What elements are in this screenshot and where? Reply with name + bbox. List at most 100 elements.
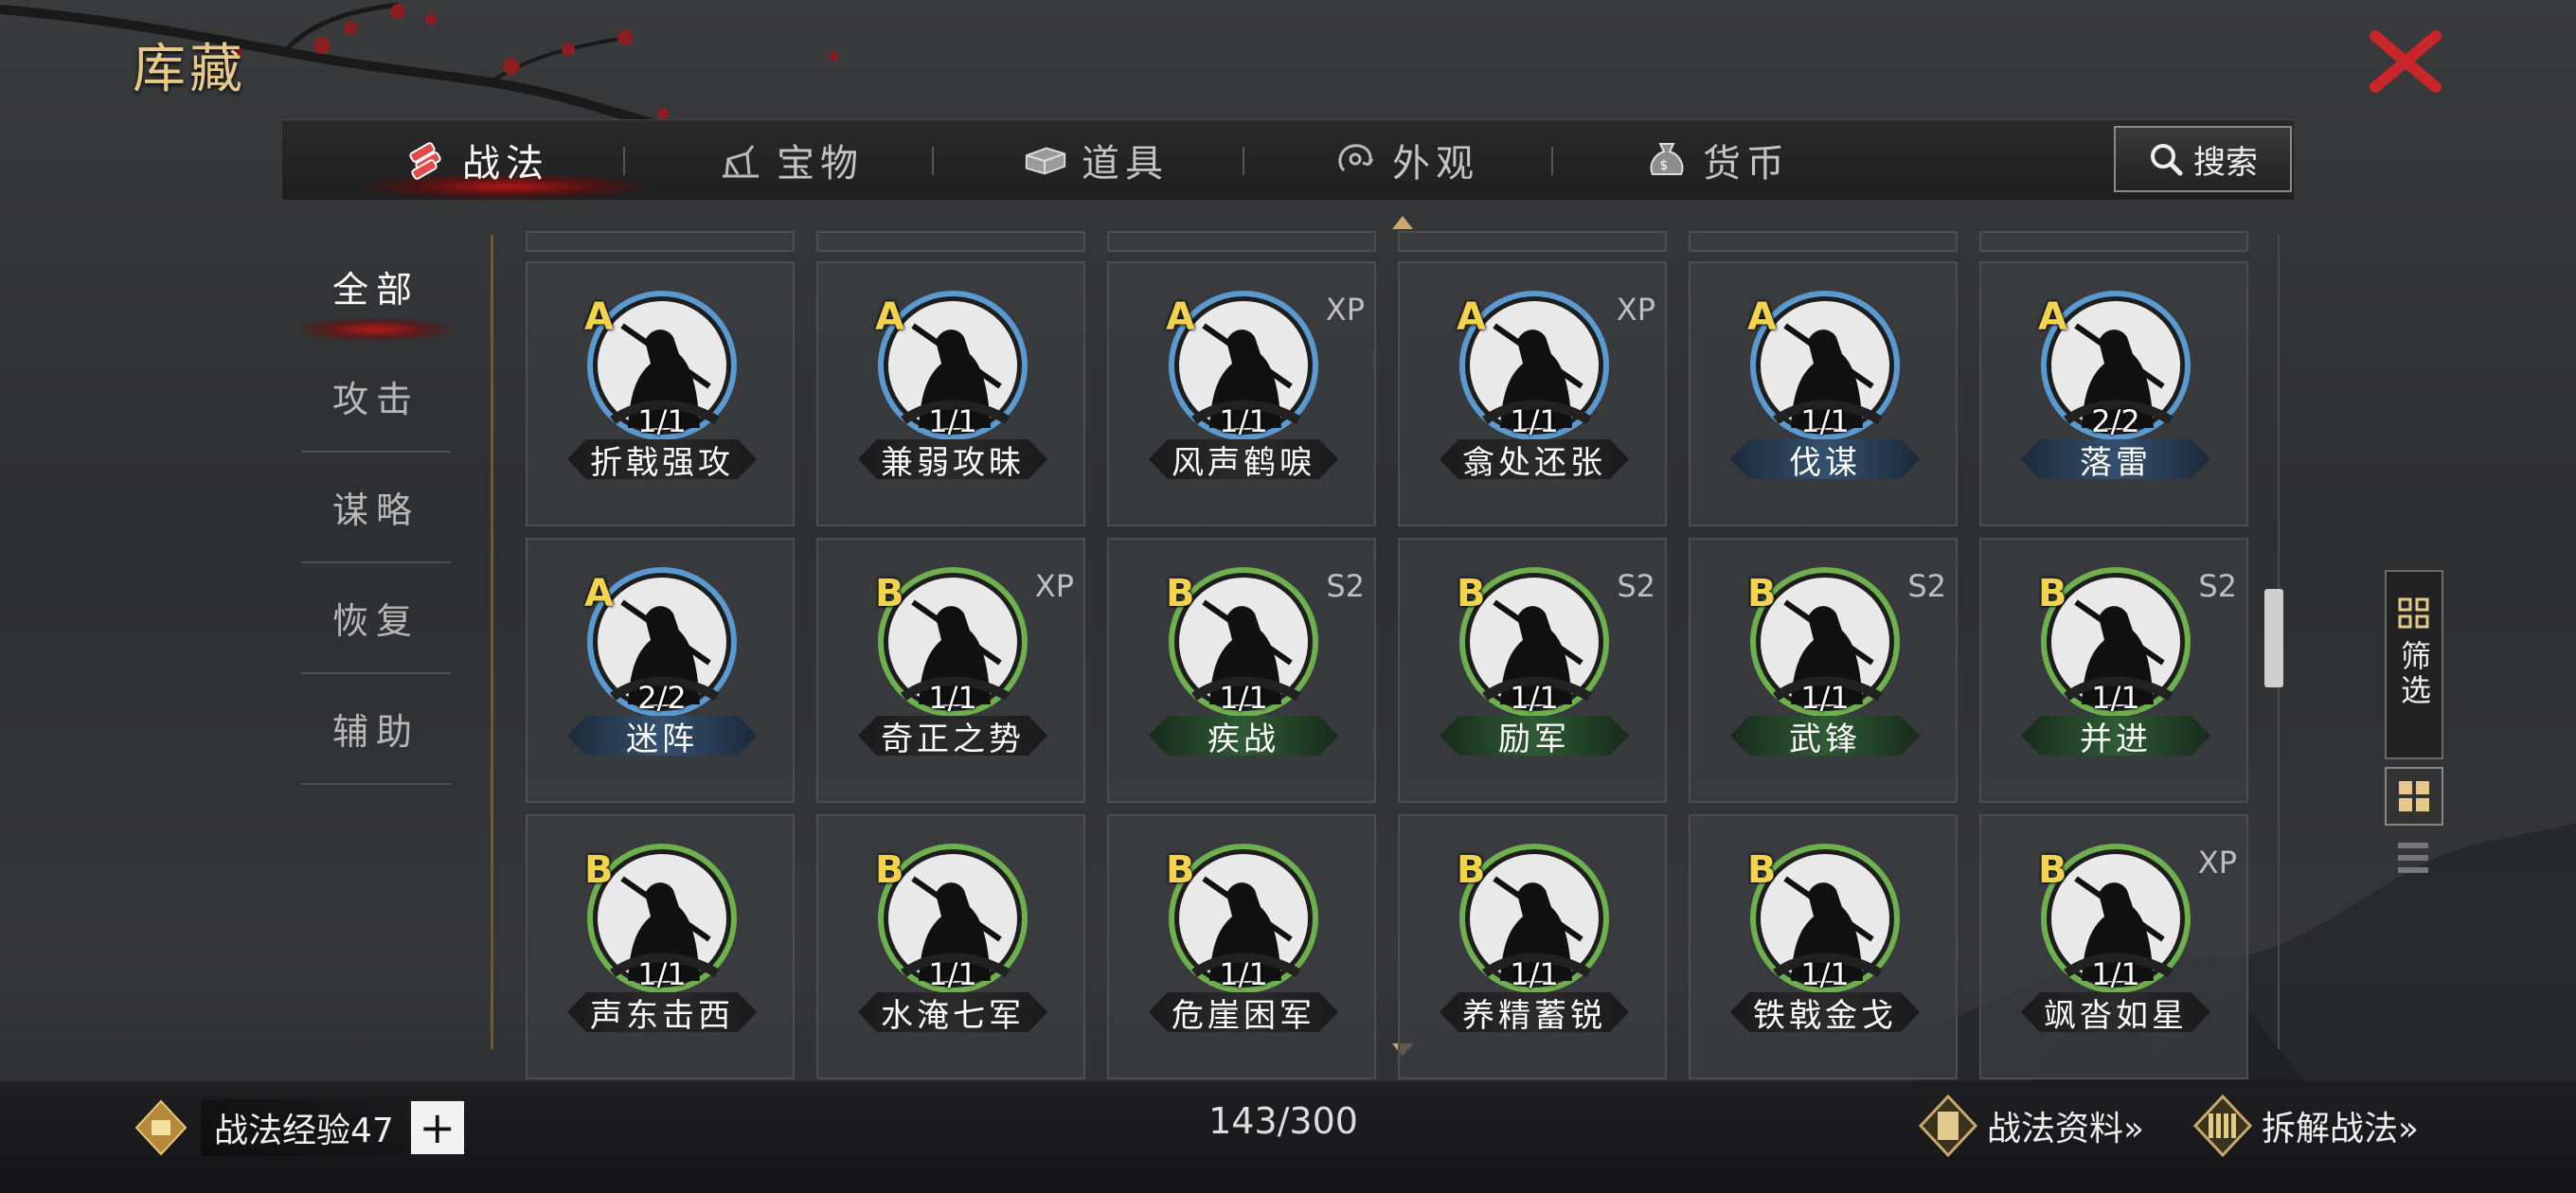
grid-view-toggle[interactable] — [2385, 767, 2443, 826]
tab-divider — [932, 147, 934, 175]
skill-card[interactable]: B XP 1/1 奇正之势 — [816, 538, 1085, 803]
skill-card[interactable]: B 1/1 铁戟金戈 — [1689, 814, 1958, 1079]
skill-name: 落雷 — [2021, 439, 2210, 479]
dismantle-label: 拆解战法» — [2262, 1110, 2420, 1148]
item-chest-icon — [1023, 137, 1068, 183]
skill-season-tag: XP — [1616, 292, 1655, 328]
category-strategy[interactable]: 谋略 — [301, 452, 451, 561]
skill-grade: B — [875, 848, 904, 892]
skill-exp-label: 战法经验47 — [201, 1099, 407, 1156]
tab-treasure[interactable]: 宝物 — [718, 120, 864, 200]
skill-card[interactable]: A XP 1/1 风声鹤唳 — [1107, 261, 1376, 526]
skill-count: 1/1 — [1800, 956, 1850, 992]
skill-card[interactable]: A 1/1 折戟强攻 — [526, 261, 795, 526]
skill-grade: B — [584, 848, 614, 892]
skill-count: 2/2 — [2091, 403, 2140, 439]
search-icon — [2151, 144, 2183, 176]
skill-capacity: 143/300 — [1208, 1100, 1358, 1142]
list-view-icon[interactable] — [2390, 837, 2436, 879]
skill-name: 励军 — [1440, 716, 1629, 756]
search-button[interactable]: 搜索 — [2114, 126, 2292, 192]
skill-name: 兼弱攻昧 — [858, 439, 1047, 479]
skill-name: 翕处还张 — [1440, 439, 1629, 479]
skill-grade: B — [1166, 848, 1195, 892]
add-exp-button[interactable]: + — [410, 1101, 464, 1154]
scroll-up-arrow-icon — [1392, 216, 1413, 229]
skill-card[interactable]: B 1/1 危崖困军 — [1107, 814, 1376, 1079]
skill-name: 疾战 — [1149, 716, 1338, 756]
skill-card[interactable]: A XP 1/1 翕处还张 — [1398, 261, 1667, 526]
skill-count: 1/1 — [2091, 680, 2140, 716]
skill-name: 折戟强攻 — [567, 439, 757, 479]
skill-name: 迷阵 — [567, 716, 757, 756]
skill-grade: B — [875, 572, 904, 615]
skill-season-tag: XP — [1325, 292, 1365, 328]
skill-card-partial — [1979, 231, 2248, 252]
tab-appearance-label: 外观 — [1392, 142, 1479, 186]
scrollbar-thumb[interactable] — [2264, 589, 2283, 687]
svg-text:$: $ — [1660, 158, 1674, 173]
skill-count: 1/1 — [1510, 403, 1559, 439]
skill-info-label: 战法资料» — [1987, 1110, 2145, 1148]
skill-name: 铁戟金戈 — [1730, 992, 1920, 1032]
skill-name: 飒沓如星 — [2021, 992, 2210, 1032]
skill-count: 1/1 — [1510, 956, 1559, 992]
skill-grade: A — [1457, 295, 1486, 339]
skill-name: 声东击西 — [567, 992, 757, 1032]
close-icon[interactable] — [2368, 28, 2443, 95]
skill-count: 1/1 — [637, 403, 687, 439]
skill-card[interactable]: B S2 1/1 并进 — [1979, 538, 2248, 803]
skill-season-tag: XP — [2197, 845, 2237, 881]
skill-card[interactable]: A 1/1 兼弱攻昧 — [816, 261, 1085, 526]
skill-info-link[interactable]: 战法资料» — [1917, 1095, 2144, 1157]
tab-skills[interactable]: 战法 — [403, 120, 549, 200]
skill-book-icon — [1918, 1095, 1978, 1157]
dismantle-icon — [2192, 1095, 2253, 1157]
filter-label: 筛选 — [2396, 640, 2432, 708]
skill-card[interactable]: B S2 1/1 励军 — [1398, 538, 1667, 803]
category-support[interactable]: 辅助 — [301, 673, 451, 783]
skill-name: 危崖困军 — [1149, 992, 1338, 1032]
tab-items-label: 道具 — [1082, 142, 1169, 186]
skill-count: 2/2 — [637, 680, 687, 716]
category-divider — [301, 783, 451, 785]
tab-bar: 战法 宝物 道具 外观 $ 货币 搜索 — [282, 119, 2294, 200]
tab-appearance[interactable]: 外观 — [1333, 120, 1479, 200]
skill-card[interactable]: A 1/1 伐谋 — [1689, 261, 1958, 526]
skill-card[interactable]: A 2/2 落雷 — [1979, 261, 2248, 526]
tab-items[interactable]: 道具 — [1023, 120, 1169, 200]
skill-count: 1/1 — [1800, 403, 1850, 439]
skill-count: 1/1 — [637, 956, 687, 992]
skill-card-partial — [816, 231, 1085, 252]
skill-season-tag: S2 — [1617, 568, 1655, 604]
skill-grade: B — [1457, 572, 1486, 615]
skill-card[interactable]: B 1/1 声东击西 — [526, 814, 795, 1079]
tab-divider — [623, 147, 625, 175]
filter-button[interactable]: 筛选 — [2385, 570, 2443, 759]
skill-card[interactable]: B XP 1/1 飒沓如星 — [1979, 814, 2248, 1079]
category-attack[interactable]: 攻击 — [301, 341, 451, 451]
skill-grade: B — [1747, 572, 1777, 615]
page-title: 库藏 — [133, 39, 246, 100]
skill-season-tag: S2 — [1326, 568, 1365, 604]
skill-card[interactable]: B 1/1 水淹七军 — [816, 814, 1085, 1079]
skill-count: 1/1 — [1219, 403, 1268, 439]
skill-card[interactable]: B S2 1/1 疾战 — [1107, 538, 1376, 803]
category-recovery[interactable]: 恢复 — [301, 562, 451, 672]
skill-card[interactable]: B S2 1/1 武锋 — [1689, 538, 1958, 803]
skill-card[interactable]: B 1/1 养精蓄锐 — [1398, 814, 1667, 1079]
skill-scroll-icon — [403, 137, 449, 183]
skill-count: 1/1 — [2091, 956, 2140, 992]
tab-currency[interactable]: $ 货币 — [1644, 120, 1790, 200]
skill-name: 养精蓄锐 — [1440, 992, 1629, 1032]
skill-name: 并进 — [2021, 716, 2210, 756]
skill-card-partial — [526, 231, 795, 252]
skill-name: 奇正之势 — [858, 716, 1047, 756]
skill-season-tag: S2 — [2198, 568, 2237, 604]
appearance-icon — [1333, 137, 1379, 183]
skill-name: 水淹七军 — [858, 992, 1047, 1032]
skill-count: 1/1 — [928, 680, 977, 716]
dismantle-skill-link[interactable]: 拆解战法» — [2191, 1095, 2419, 1157]
skill-grade: B — [1166, 572, 1195, 615]
skill-card[interactable]: A 2/2 迷阵 — [526, 538, 795, 803]
